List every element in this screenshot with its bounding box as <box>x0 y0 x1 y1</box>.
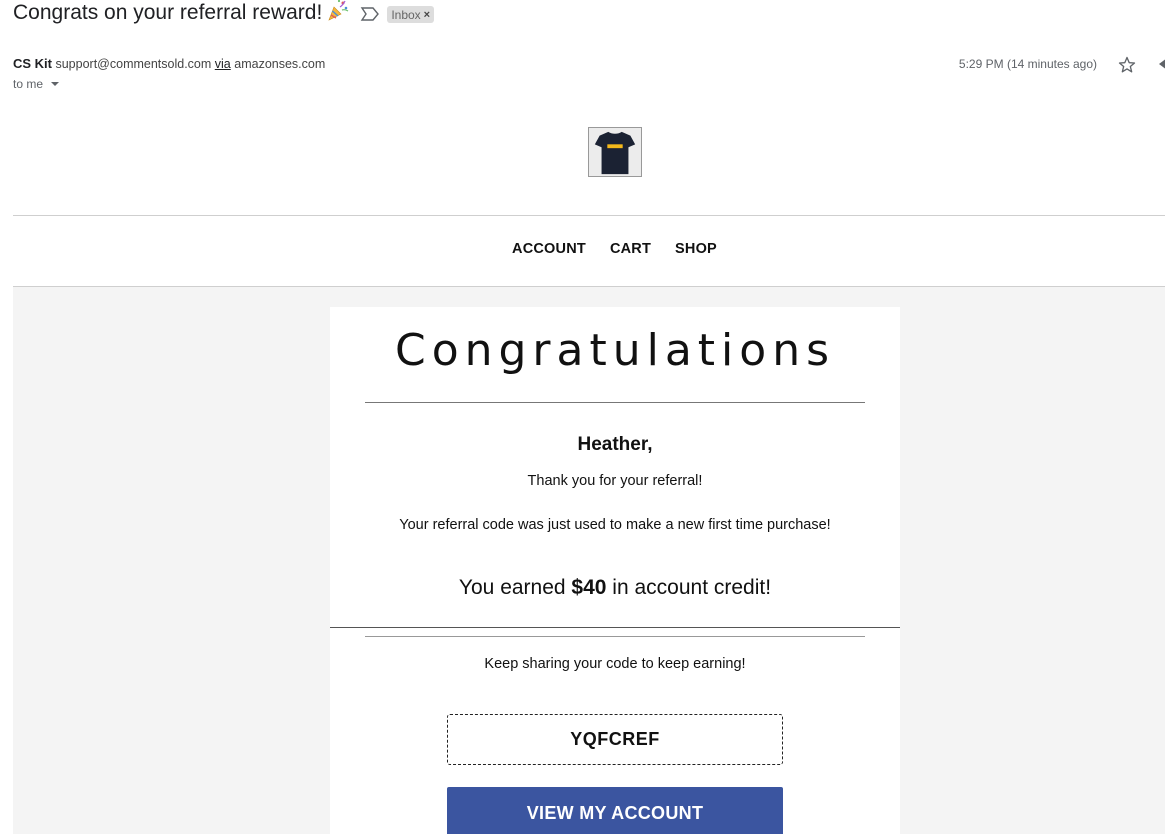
congratulations-title: Congratulations <box>394 325 836 376</box>
nav-cart-link[interactable]: CART <box>610 241 651 257</box>
recipient-text: to me <box>13 77 44 91</box>
recipient-details-toggle[interactable]: to me <box>13 77 60 91</box>
subject-row: Congrats on your referral reward! Inbox … <box>13 0 435 26</box>
message-card: Congratulations Heather, Thank you for y… <box>330 307 900 834</box>
via-link[interactable]: via <box>215 57 231 71</box>
email-timestamp: 5:29 PM (14 minutes ago) <box>958 57 1097 71</box>
nav-shop-link[interactable]: SHOP <box>675 241 717 257</box>
via-domain: amazonses.com <box>234 57 326 71</box>
referral-code-box[interactable]: YQFCREF <box>447 714 783 765</box>
remove-label-icon[interactable]: × <box>424 9 430 21</box>
brand-logo[interactable] <box>588 127 642 177</box>
sender-row: CS Kit support@commentsold.com via amazo… <box>13 56 325 71</box>
email-subject: Congrats on your referral reward! <box>13 1 323 24</box>
party-popper-icon <box>328 0 349 21</box>
nav-account-link[interactable]: ACCOUNT <box>512 241 586 257</box>
inbox-label-text: Inbox <box>391 7 421 22</box>
section-divider <box>330 627 900 628</box>
thanks-text: Thank you for your referral! <box>527 473 703 489</box>
keep-sharing-text: Keep sharing your code to keep earning! <box>484 656 746 672</box>
earned-prefix: You earned <box>458 576 572 599</box>
sender-email: support@commentsold.com <box>55 57 212 71</box>
earned-amount: $40 <box>571 576 607 599</box>
earned-credit-text: You earned $40 in account credit! <box>330 576 900 600</box>
sender-name[interactable]: CS Kit <box>13 56 52 71</box>
nav-divider-top <box>13 215 1165 216</box>
code-used-text: Your referral code was just used to make… <box>399 517 831 533</box>
earned-suffix: in account credit! <box>606 576 772 599</box>
title-divider <box>365 402 865 403</box>
inbox-label-chip[interactable]: Inbox × <box>387 6 435 23</box>
view-my-account-button[interactable]: VIEW MY ACCOUNT <box>447 787 783 834</box>
caret-down-icon[interactable] <box>51 82 60 86</box>
greeting: Heather, <box>577 434 653 455</box>
reply-icon[interactable] <box>1157 56 1165 72</box>
important-marker-icon[interactable] <box>360 6 380 22</box>
email-nav: ACCOUNT CART SHOP <box>0 241 1165 257</box>
star-icon[interactable] <box>1117 55 1137 75</box>
inner-divider <box>365 636 865 637</box>
